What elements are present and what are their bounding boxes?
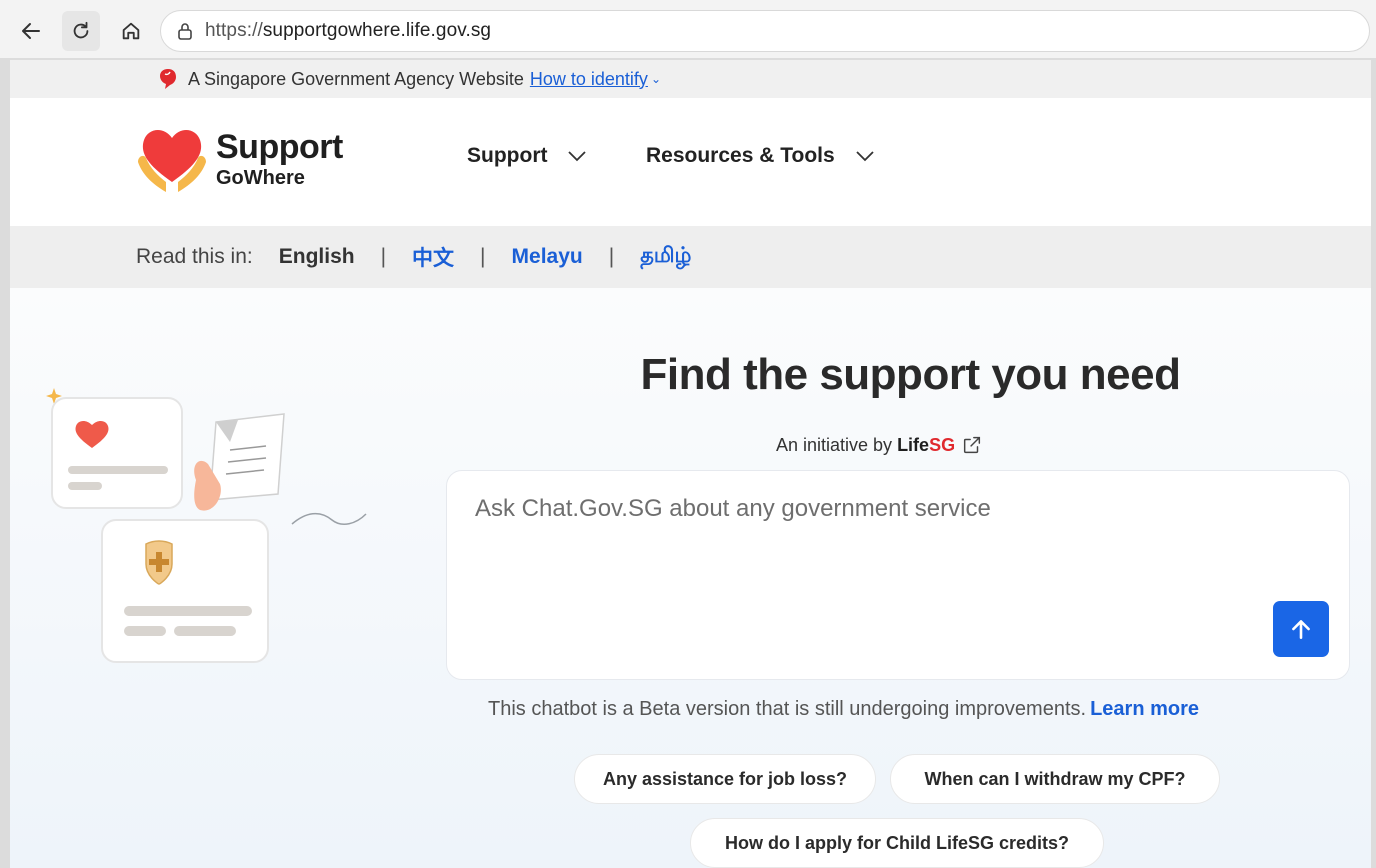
supportgowhere-logo[interactable]: Support GoWhere bbox=[136, 122, 343, 196]
browser-toolbar: https://supportgowhere.life.gov.sg bbox=[0, 0, 1376, 58]
language-chinese[interactable]: 中文 bbox=[412, 242, 454, 272]
suggestion-chip[interactable]: When can I withdraw my CPF? bbox=[890, 754, 1220, 804]
language-malay[interactable]: Melayu bbox=[512, 245, 583, 269]
url-host: supportgowhere.life.gov.sg bbox=[262, 20, 492, 41]
language-english[interactable]: English bbox=[279, 245, 355, 269]
lock-icon bbox=[177, 22, 193, 40]
chat-input[interactable] bbox=[475, 495, 1255, 523]
initiative-line: An initiative by Life SG bbox=[776, 434, 983, 456]
logo-line-support: Support bbox=[216, 128, 343, 166]
language-bar: Read this in: English | 中文 | Melayu | தம… bbox=[10, 226, 1371, 288]
arrow-up-icon bbox=[1292, 620, 1310, 639]
language-label: Read this in: bbox=[136, 245, 253, 268]
heart-hands-logo-icon bbox=[138, 129, 206, 192]
gov-masthead: A Singapore Government Agency Website Ho… bbox=[10, 60, 1371, 98]
chevron-down-icon bbox=[567, 150, 587, 162]
reload-button[interactable] bbox=[62, 11, 100, 51]
hero-section: Find the support you need An initiative … bbox=[10, 288, 1371, 868]
home-button[interactable] bbox=[112, 11, 150, 51]
home-icon bbox=[122, 22, 140, 40]
nav-resources-label: Resources & Tools bbox=[646, 144, 835, 167]
beta-note-text: This chatbot is a Beta version that is s… bbox=[488, 698, 1087, 720]
learn-more-link[interactable]: Learn more bbox=[1090, 698, 1199, 720]
back-arrow-icon bbox=[22, 23, 40, 39]
site-header: Support GoWhere Support Resources & Tool… bbox=[10, 98, 1371, 226]
suggestion-chip[interactable]: How do I apply for Child LifeSG credits? bbox=[690, 818, 1104, 868]
language-separator: | bbox=[380, 245, 387, 268]
language-tamil[interactable]: தமிழ் bbox=[640, 244, 691, 270]
lifesg-link-sg[interactable]: SG bbox=[929, 435, 955, 456]
nav-support-label: Support bbox=[467, 144, 548, 167]
chevron-down-icon[interactable]: ⌄ bbox=[651, 72, 661, 86]
beta-note: This chatbot is a Beta version that is s… bbox=[488, 698, 1199, 721]
address-bar[interactable]: https://supportgowhere.life.gov.sg bbox=[160, 10, 1370, 52]
language-separator: | bbox=[608, 245, 615, 268]
chat-box bbox=[446, 470, 1350, 680]
language-separator: | bbox=[480, 245, 486, 268]
lifesg-link-life[interactable]: Life bbox=[897, 435, 929, 456]
support-illustration bbox=[46, 388, 367, 663]
external-link-icon[interactable] bbox=[961, 434, 983, 456]
initiative-prefix: An initiative by bbox=[776, 434, 893, 455]
send-button[interactable] bbox=[1273, 601, 1329, 657]
how-to-identify-link[interactable]: How to identify bbox=[530, 69, 648, 90]
reload-icon bbox=[73, 21, 89, 39]
url-prefix: https:// bbox=[205, 20, 263, 41]
chevron-down-icon bbox=[855, 150, 875, 162]
page-title: Find the support you need bbox=[640, 350, 1181, 399]
nav-resources-tools[interactable]: Resources & Tools bbox=[646, 144, 875, 168]
nav-support[interactable]: Support bbox=[467, 144, 587, 168]
back-button[interactable] bbox=[12, 11, 50, 51]
suggestion-chip[interactable]: Any assistance for job loss? bbox=[574, 754, 876, 804]
logo-line-gowhere: GoWhere bbox=[216, 167, 305, 189]
singapore-lion-icon bbox=[158, 68, 178, 90]
url-text: https://supportgowhere.life.gov.sg bbox=[205, 20, 491, 42]
gov-banner-text: A Singapore Government Agency Website bbox=[188, 68, 524, 89]
